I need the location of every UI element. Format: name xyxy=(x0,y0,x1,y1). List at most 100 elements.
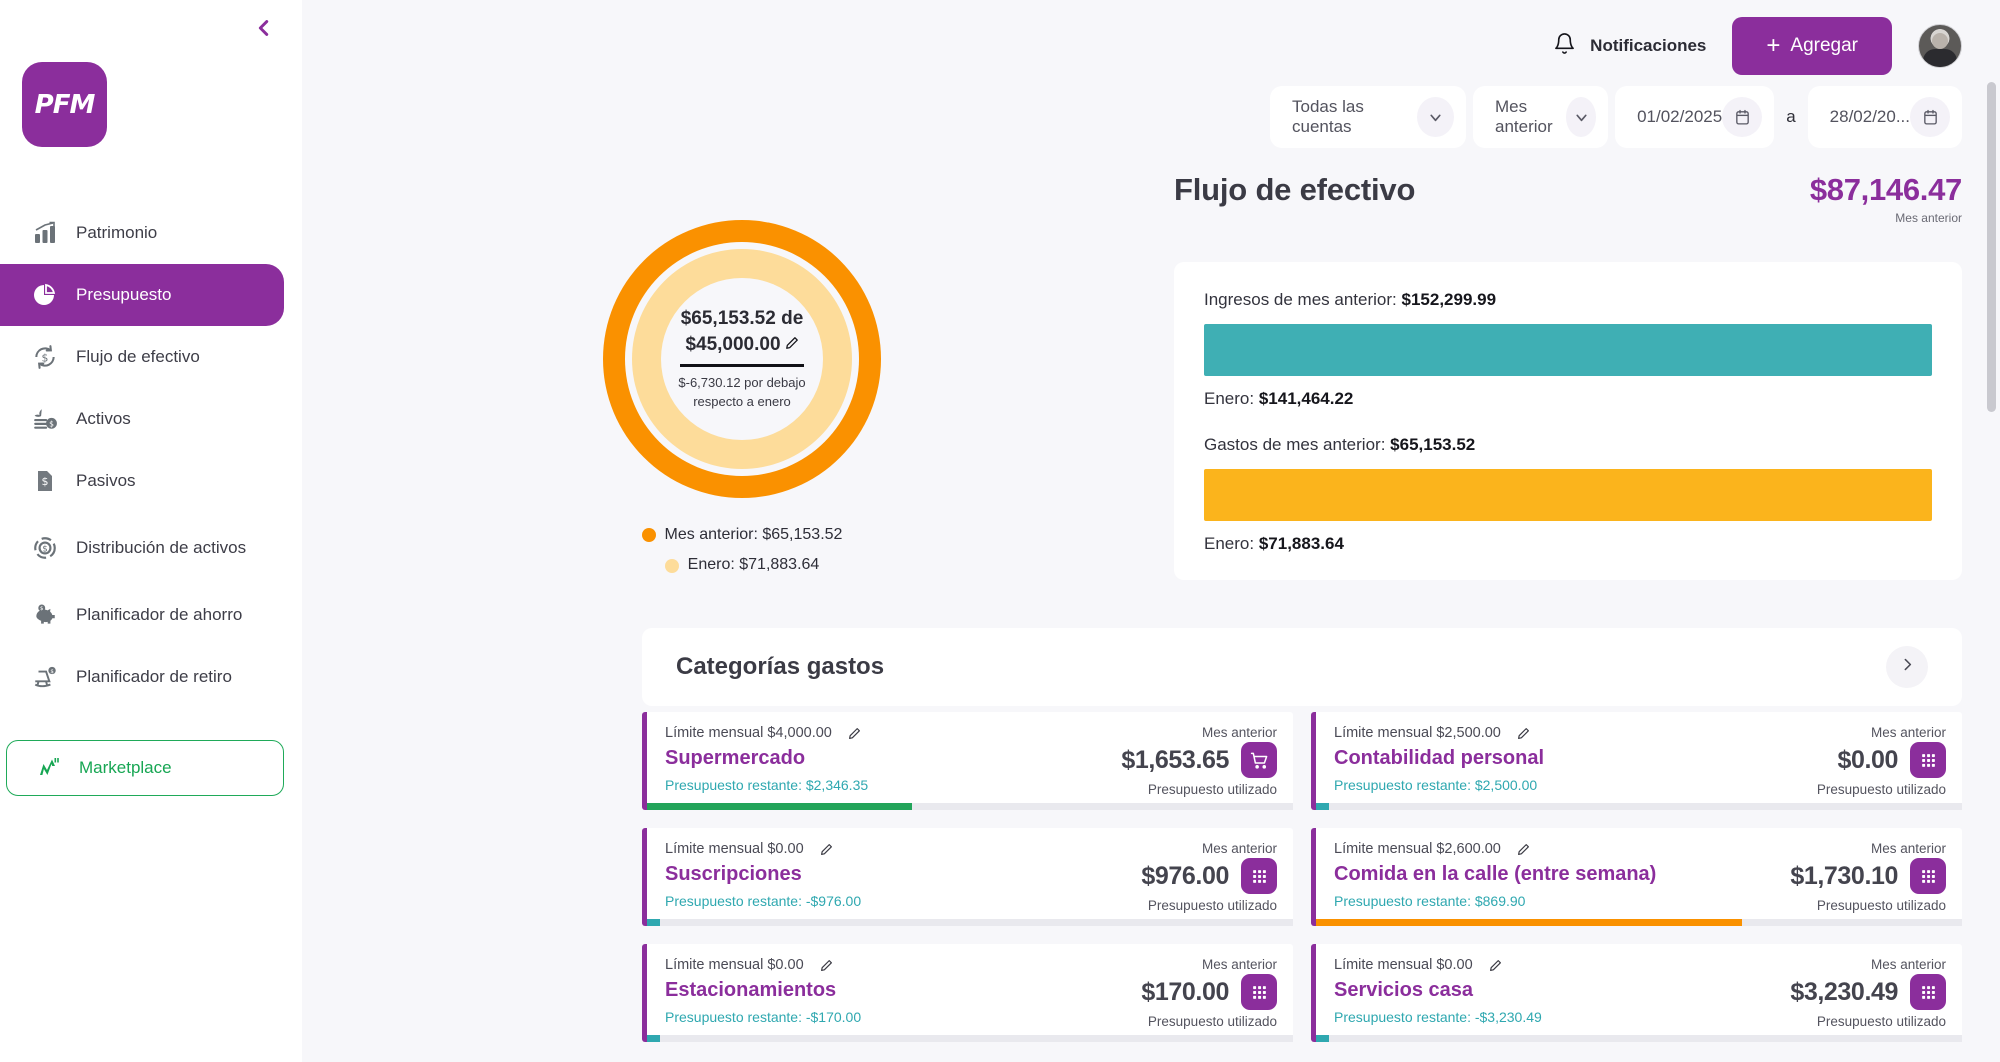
sidebar-item-activos[interactable]: $ Activos xyxy=(0,388,284,450)
category-card[interactable]: Límite mensual $2,600.00 Comida en la ca… xyxy=(1311,828,1962,926)
sidebar-collapse-button[interactable] xyxy=(246,10,282,46)
budget-used-label: Presupuesto utilizado xyxy=(1816,1014,1946,1029)
app-logo[interactable]: PFM xyxy=(22,62,107,147)
grid-icon[interactable] xyxy=(1910,974,1946,1010)
expense-prev-row: Enero: $71,883.64 xyxy=(1204,534,1932,554)
svg-text:$: $ xyxy=(42,544,48,554)
donut-center-line1: $65,153.52 de xyxy=(680,308,804,330)
sidebar-item-planificador-de-retiro[interactable]: $ Planificador de retiro xyxy=(0,646,284,708)
category-name: Comida en la calle (entre semana) xyxy=(1334,863,1657,885)
category-card[interactable]: Límite mensual $4,000.00 Supermercado Pr… xyxy=(642,712,1293,810)
chevron-left-icon xyxy=(253,17,275,39)
category-amount: $170.00 xyxy=(1141,977,1229,1006)
category-card[interactable]: Límite mensual $0.00 Suscripciones Presu… xyxy=(642,828,1293,926)
accounts-select-value: Todas las cuentas xyxy=(1292,97,1364,136)
expense-bar xyxy=(1204,469,1932,521)
pencil-icon[interactable] xyxy=(785,332,799,358)
progress-track xyxy=(647,919,1293,926)
chevron-down-icon[interactable] xyxy=(1566,97,1597,137)
progress-track xyxy=(647,1035,1293,1042)
donut-center: $65,153.52 de $45,000.00 $-6,730.12 por … xyxy=(661,278,823,440)
sidebar-item-presupuesto[interactable]: Presupuesto xyxy=(0,264,284,326)
grid-icon[interactable] xyxy=(1241,858,1277,894)
sidebar-item-pasivos[interactable]: $ Pasivos xyxy=(0,450,284,512)
charts-region: $65,153.52 de $45,000.00 $-6,730.12 por … xyxy=(302,196,2000,580)
monthly-limit: Límite mensual $0.00 xyxy=(665,957,804,973)
card-right: Mes anterior $170.00 Presupuesto utiliza… xyxy=(1141,957,1277,1029)
card-period: Mes anterior xyxy=(1201,725,1277,740)
chevron-right-icon xyxy=(1899,656,1916,678)
notifications-button[interactable]: Notificaciones xyxy=(1553,32,1706,60)
legend-item: Mes anterior: $65,153.52 xyxy=(492,520,992,550)
liabilities-icon: $ xyxy=(30,466,60,496)
monthly-limit: Límite mensual $2,500.00 xyxy=(1334,725,1501,741)
categories-next-button[interactable] xyxy=(1886,646,1928,688)
calendar-icon[interactable] xyxy=(1910,97,1950,137)
income-prev-value: $141,464.22 xyxy=(1258,389,1354,408)
cashflow-bar-chart: Ingresos de mes anterior: $152,299.99 En… xyxy=(1174,262,1962,580)
progress-track xyxy=(1316,803,1962,810)
donut-divider xyxy=(680,364,804,368)
category-name: Suscripciones xyxy=(665,863,802,885)
category-name: Servicios casa xyxy=(1334,979,1473,1001)
page-scrollbar[interactable] xyxy=(1987,82,1996,412)
chevron-down-icon[interactable] xyxy=(1417,97,1454,137)
donut-sub-line2: respecto a enero xyxy=(693,394,791,410)
legend-label: Mes anterior: $65,153.52 xyxy=(664,526,843,543)
piggy-bank-icon: $ xyxy=(30,600,60,630)
income-label-row: Ingresos de mes anterior: $152,299.99 xyxy=(1204,290,1932,310)
category-card[interactable]: Límite mensual $2,500.00 Contabilidad pe… xyxy=(1311,712,1962,810)
sidebar-item-label: Planificador de retiro xyxy=(76,667,232,687)
grid-icon[interactable] xyxy=(1910,742,1946,778)
expense-label-row: Gastos de mes anterior: $65,153.52 xyxy=(1204,435,1932,455)
card-right: Mes anterior $1,653.65 Presupuesto utili… xyxy=(1121,725,1277,797)
avatar[interactable] xyxy=(1918,24,1962,68)
budget-remaining: Presupuesto restante: -$976.00 xyxy=(665,893,862,909)
plus-icon: + xyxy=(1766,32,1781,59)
budget-used-label: Presupuesto utilizado xyxy=(1147,898,1277,913)
pencil-icon[interactable] xyxy=(820,843,833,856)
date-to-input[interactable]: 28/02/20... xyxy=(1807,86,1962,148)
legend-label: Enero: $71,883.64 xyxy=(687,556,820,574)
calendar-icon[interactable] xyxy=(1722,97,1763,137)
marketplace-button[interactable]: Marketplace xyxy=(6,740,284,796)
sidebar-item-label: Patrimonio xyxy=(76,223,158,243)
category-card[interactable]: Límite mensual $0.00 Estacionamientos Pr… xyxy=(642,944,1293,1042)
svg-text:$: $ xyxy=(40,606,43,612)
budget-donut-chart: $65,153.52 de $45,000.00 $-6,730.12 por … xyxy=(492,220,992,581)
sidebar-item-patrimonio[interactable]: Patrimonio xyxy=(0,202,284,264)
pencil-icon[interactable] xyxy=(848,727,861,740)
period-select-value: Mes anterior xyxy=(1495,97,1553,136)
pencil-icon[interactable] xyxy=(1517,727,1530,740)
monthly-limit: Límite mensual $0.00 xyxy=(665,841,804,857)
sidebar-item-label: Flujo de efectivo xyxy=(76,347,200,367)
donut-subtext: $-6,730.12 por debajo respecto a enero xyxy=(678,374,805,412)
grid-icon[interactable] xyxy=(1241,974,1277,1010)
monthly-limit: Límite mensual $0.00 xyxy=(1334,957,1473,973)
income-prev-label: Enero: xyxy=(1204,389,1255,408)
sidebar-item-planificador-de-ahorro[interactable]: $ Planificador de ahorro xyxy=(0,584,284,646)
accounts-select[interactable]: Todas las cuentas xyxy=(1270,86,1466,148)
progress-track xyxy=(1316,1035,1962,1042)
sidebar-item-distribucion-de-activos[interactable]: $ Distribución de activos xyxy=(0,512,284,584)
period-select[interactable]: Mes anterior xyxy=(1473,86,1609,148)
sidebar-item-label: Planificador de ahorro xyxy=(76,605,243,625)
card-left: Límite mensual $0.00 Suscripciones Presu… xyxy=(665,841,1141,909)
progress-fill xyxy=(1316,919,1743,926)
grid-icon[interactable] xyxy=(1910,858,1946,894)
card-top: Límite mensual $4,000.00 Supermercado Pr… xyxy=(665,725,1277,797)
pencil-icon[interactable] xyxy=(1517,843,1530,856)
income-bar xyxy=(1204,324,1932,376)
card-top: Límite mensual $2,500.00 Contabilidad pe… xyxy=(1334,725,1946,797)
card-left: Límite mensual $0.00 Servicios casa Pres… xyxy=(1334,957,1790,1025)
pencil-icon[interactable] xyxy=(1489,959,1502,972)
category-card[interactable]: Límite mensual $0.00 Servicios casa Pres… xyxy=(1311,944,1962,1042)
date-from-input[interactable]: 01/02/2025 xyxy=(1615,86,1775,148)
sidebar-item-flujo-de-efectivo[interactable]: $ Flujo de efectivo xyxy=(0,326,284,388)
shopping-cart-icon[interactable] xyxy=(1241,742,1277,778)
chart-spacer xyxy=(1204,409,1932,435)
add-button[interactable]: + Agregar xyxy=(1732,17,1892,75)
budget-remaining: Presupuesto restante: -$3,230.49 xyxy=(1334,1009,1542,1025)
card-right: Mes anterior $976.00 Presupuesto utiliza… xyxy=(1141,841,1277,913)
pencil-icon[interactable] xyxy=(820,959,833,972)
